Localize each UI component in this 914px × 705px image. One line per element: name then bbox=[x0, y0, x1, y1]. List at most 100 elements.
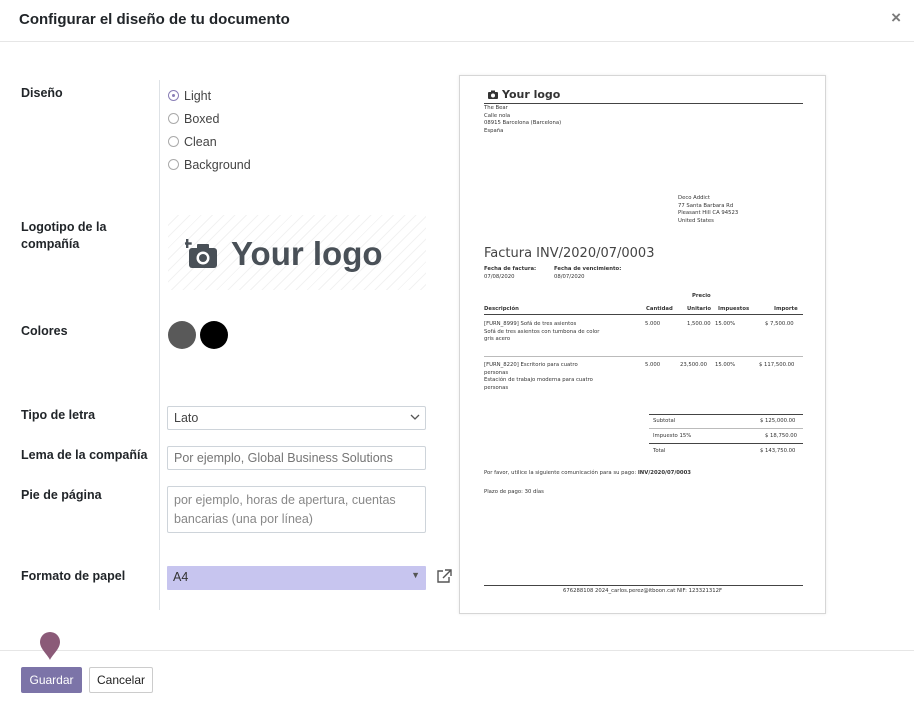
payment-communication: Por favor, utilice la siguiente comunica… bbox=[484, 470, 691, 478]
line1-rule bbox=[484, 356, 803, 357]
radio-clean-circle[interactable] bbox=[168, 136, 179, 147]
radio-boxed-label[interactable]: Boxed bbox=[184, 112, 219, 126]
paper-format-value: A4 bbox=[173, 570, 189, 584]
line2-description: [FURN_8220] Escritorio para cuatro perso… bbox=[484, 362, 593, 392]
col-quantity: Cantidad bbox=[646, 306, 673, 312]
location-pin-icon bbox=[40, 632, 60, 660]
total-label: Total bbox=[653, 448, 666, 454]
customer-address: Deco Addict 77 Santa Barbara Rd Pleasant… bbox=[678, 195, 738, 225]
modal-header: Configurar el diseño de tu documento × bbox=[0, 0, 914, 42]
line2-desc-text: personas bbox=[484, 369, 509, 376]
font-select-value: Lato bbox=[174, 411, 199, 425]
invoice-date-label: Fecha de factura: bbox=[484, 266, 537, 272]
radio-boxed[interactable]: Boxed bbox=[168, 107, 251, 130]
document-preview: Your logo The Bear Calle nola 08915 Barc… bbox=[459, 75, 826, 614]
label-colores: Colores bbox=[21, 324, 68, 338]
modal-title: Configurar el diseño de tu documento bbox=[19, 11, 290, 28]
radio-light[interactable]: Light bbox=[168, 84, 251, 107]
close-button[interactable]: × bbox=[891, 9, 901, 27]
totals-top-rule bbox=[649, 414, 803, 415]
subtotal-rule bbox=[649, 428, 803, 429]
tagline-input[interactable] bbox=[167, 446, 426, 470]
camera-icon bbox=[488, 90, 498, 99]
line2-desc-text: personas bbox=[484, 384, 509, 391]
label-tipo-letra: Tipo de letra bbox=[21, 408, 96, 422]
col-price-line2: Unitario bbox=[687, 306, 712, 312]
preview-footer-rule bbox=[484, 585, 803, 586]
col-price-line1: Precio bbox=[692, 293, 711, 299]
chevron-down-icon bbox=[410, 410, 420, 427]
paper-format-select[interactable]: A4 ▼ bbox=[167, 566, 426, 590]
radio-background-circle[interactable] bbox=[168, 159, 179, 170]
customer-address-line: United States bbox=[678, 217, 714, 224]
logo-placeholder-text: Your logo bbox=[231, 235, 383, 272]
line2-desc-text: [FURN_8220] Escritorio para cuatro bbox=[484, 362, 578, 368]
radio-clean-label[interactable]: Clean bbox=[184, 135, 217, 149]
primary-color-swatch[interactable] bbox=[168, 321, 196, 349]
label-pie-pagina: Pie de página bbox=[21, 488, 102, 502]
company-address-line: Calle nola bbox=[484, 112, 511, 119]
company-address-line: España bbox=[484, 127, 504, 134]
customer-address-line: 77 Santa Barbara Rd bbox=[678, 202, 734, 209]
payment-terms: Plazo de pago: 30 días bbox=[484, 489, 544, 495]
tax-value: $ 18,750.00 bbox=[765, 433, 798, 439]
line1-qty: 5.000 bbox=[645, 321, 661, 327]
cancel-button[interactable]: Cancelar bbox=[89, 667, 153, 693]
radio-light-circle[interactable] bbox=[168, 90, 179, 101]
payment-comm-text: Por favor, utilice la siguiente comunica… bbox=[484, 470, 638, 476]
tax-label: Impuesto 15% bbox=[653, 433, 692, 439]
preview-logo: Your logo bbox=[488, 88, 560, 101]
radio-light-label[interactable]: Light bbox=[184, 89, 211, 103]
label-formato-papel: Formato de papel bbox=[21, 569, 126, 583]
footer-textarea[interactable]: por ejemplo, horas de apertura, cuentas … bbox=[167, 486, 426, 533]
font-select[interactable]: Lato bbox=[167, 406, 426, 430]
logo-placeholder: Your logo bbox=[185, 235, 383, 273]
due-date-label: Fecha de vencimiento: bbox=[554, 266, 622, 272]
label-logotipo-line1: Logotipo de la bbox=[21, 220, 107, 234]
subtotal-value: $ 125,000.00 bbox=[760, 418, 796, 424]
preview-logo-text: Your logo bbox=[502, 88, 561, 101]
company-address-line: 08915 Barcelona (Barcelona) bbox=[484, 120, 562, 126]
line1-amount: $ 7,500.00 bbox=[765, 321, 794, 327]
line1-desc-text: Sofá de tres asientos con tumbona de col… bbox=[484, 328, 600, 335]
invoice-title: Factura INV/2020/07/0003 bbox=[484, 246, 655, 261]
line1-price: 1,500.00 bbox=[687, 321, 711, 327]
line2-price: 23,500.00 bbox=[680, 362, 707, 368]
tax-rule bbox=[649, 443, 803, 444]
line1-description: [FURN_8999] Sofá de tres asientos Sofá d… bbox=[484, 321, 599, 344]
customer-address-line: Deco Addict bbox=[678, 195, 710, 201]
save-button[interactable]: Guardar bbox=[21, 667, 82, 693]
modal-footer-divider bbox=[0, 650, 914, 651]
logo-upload-area[interactable]: Your logo bbox=[168, 215, 426, 290]
secondary-color-swatch[interactable] bbox=[200, 321, 228, 349]
form-divider bbox=[159, 80, 160, 610]
company-address-line: The Bear bbox=[484, 105, 508, 111]
radio-background-label[interactable]: Background bbox=[184, 158, 251, 172]
subtotal-label: Subtotal bbox=[653, 418, 676, 424]
label-lema: Lema de la compañía bbox=[21, 448, 148, 462]
customer-address-line: Pleasant Hill CA 94523 bbox=[678, 210, 739, 216]
radio-background[interactable]: Background bbox=[168, 153, 251, 176]
preview-footer-text: 676288108 2024_carlos.perez@itboon.cat N… bbox=[562, 588, 722, 594]
camera-add-icon bbox=[185, 239, 217, 268]
col-description: Descripción bbox=[484, 306, 519, 312]
preview-header-rule bbox=[484, 103, 803, 104]
col-taxes: Impuestos bbox=[718, 306, 750, 312]
radio-boxed-circle[interactable] bbox=[168, 113, 179, 124]
layout-radio-group: Light Boxed Clean Background bbox=[168, 84, 251, 176]
col-amount: Importe bbox=[774, 306, 798, 312]
line1-tax: 15.00% bbox=[715, 321, 736, 327]
payment-reference: INV/2020/07/0003 bbox=[637, 470, 691, 476]
table-header-rule bbox=[484, 314, 803, 315]
footer-placeholder-line1: por ejemplo, horas de apertura, cuentas bbox=[174, 493, 396, 507]
radio-clean[interactable]: Clean bbox=[168, 130, 251, 153]
label-diseno: Diseño bbox=[21, 86, 63, 100]
line1-desc-text: gris acero bbox=[484, 336, 511, 342]
line2-desc-text: Estación de trabajo moderna para cuatro bbox=[484, 377, 593, 383]
caret-down-icon: ▼ bbox=[411, 570, 420, 580]
label-logotipo-line2: compañía bbox=[21, 237, 80, 251]
external-link-icon[interactable] bbox=[436, 569, 453, 589]
line1-desc-text: [FURN_8999] Sofá de tres asientos bbox=[484, 321, 577, 327]
total-value: $ 143,750.00 bbox=[760, 448, 796, 454]
line2-qty: 5.000 bbox=[645, 362, 661, 368]
